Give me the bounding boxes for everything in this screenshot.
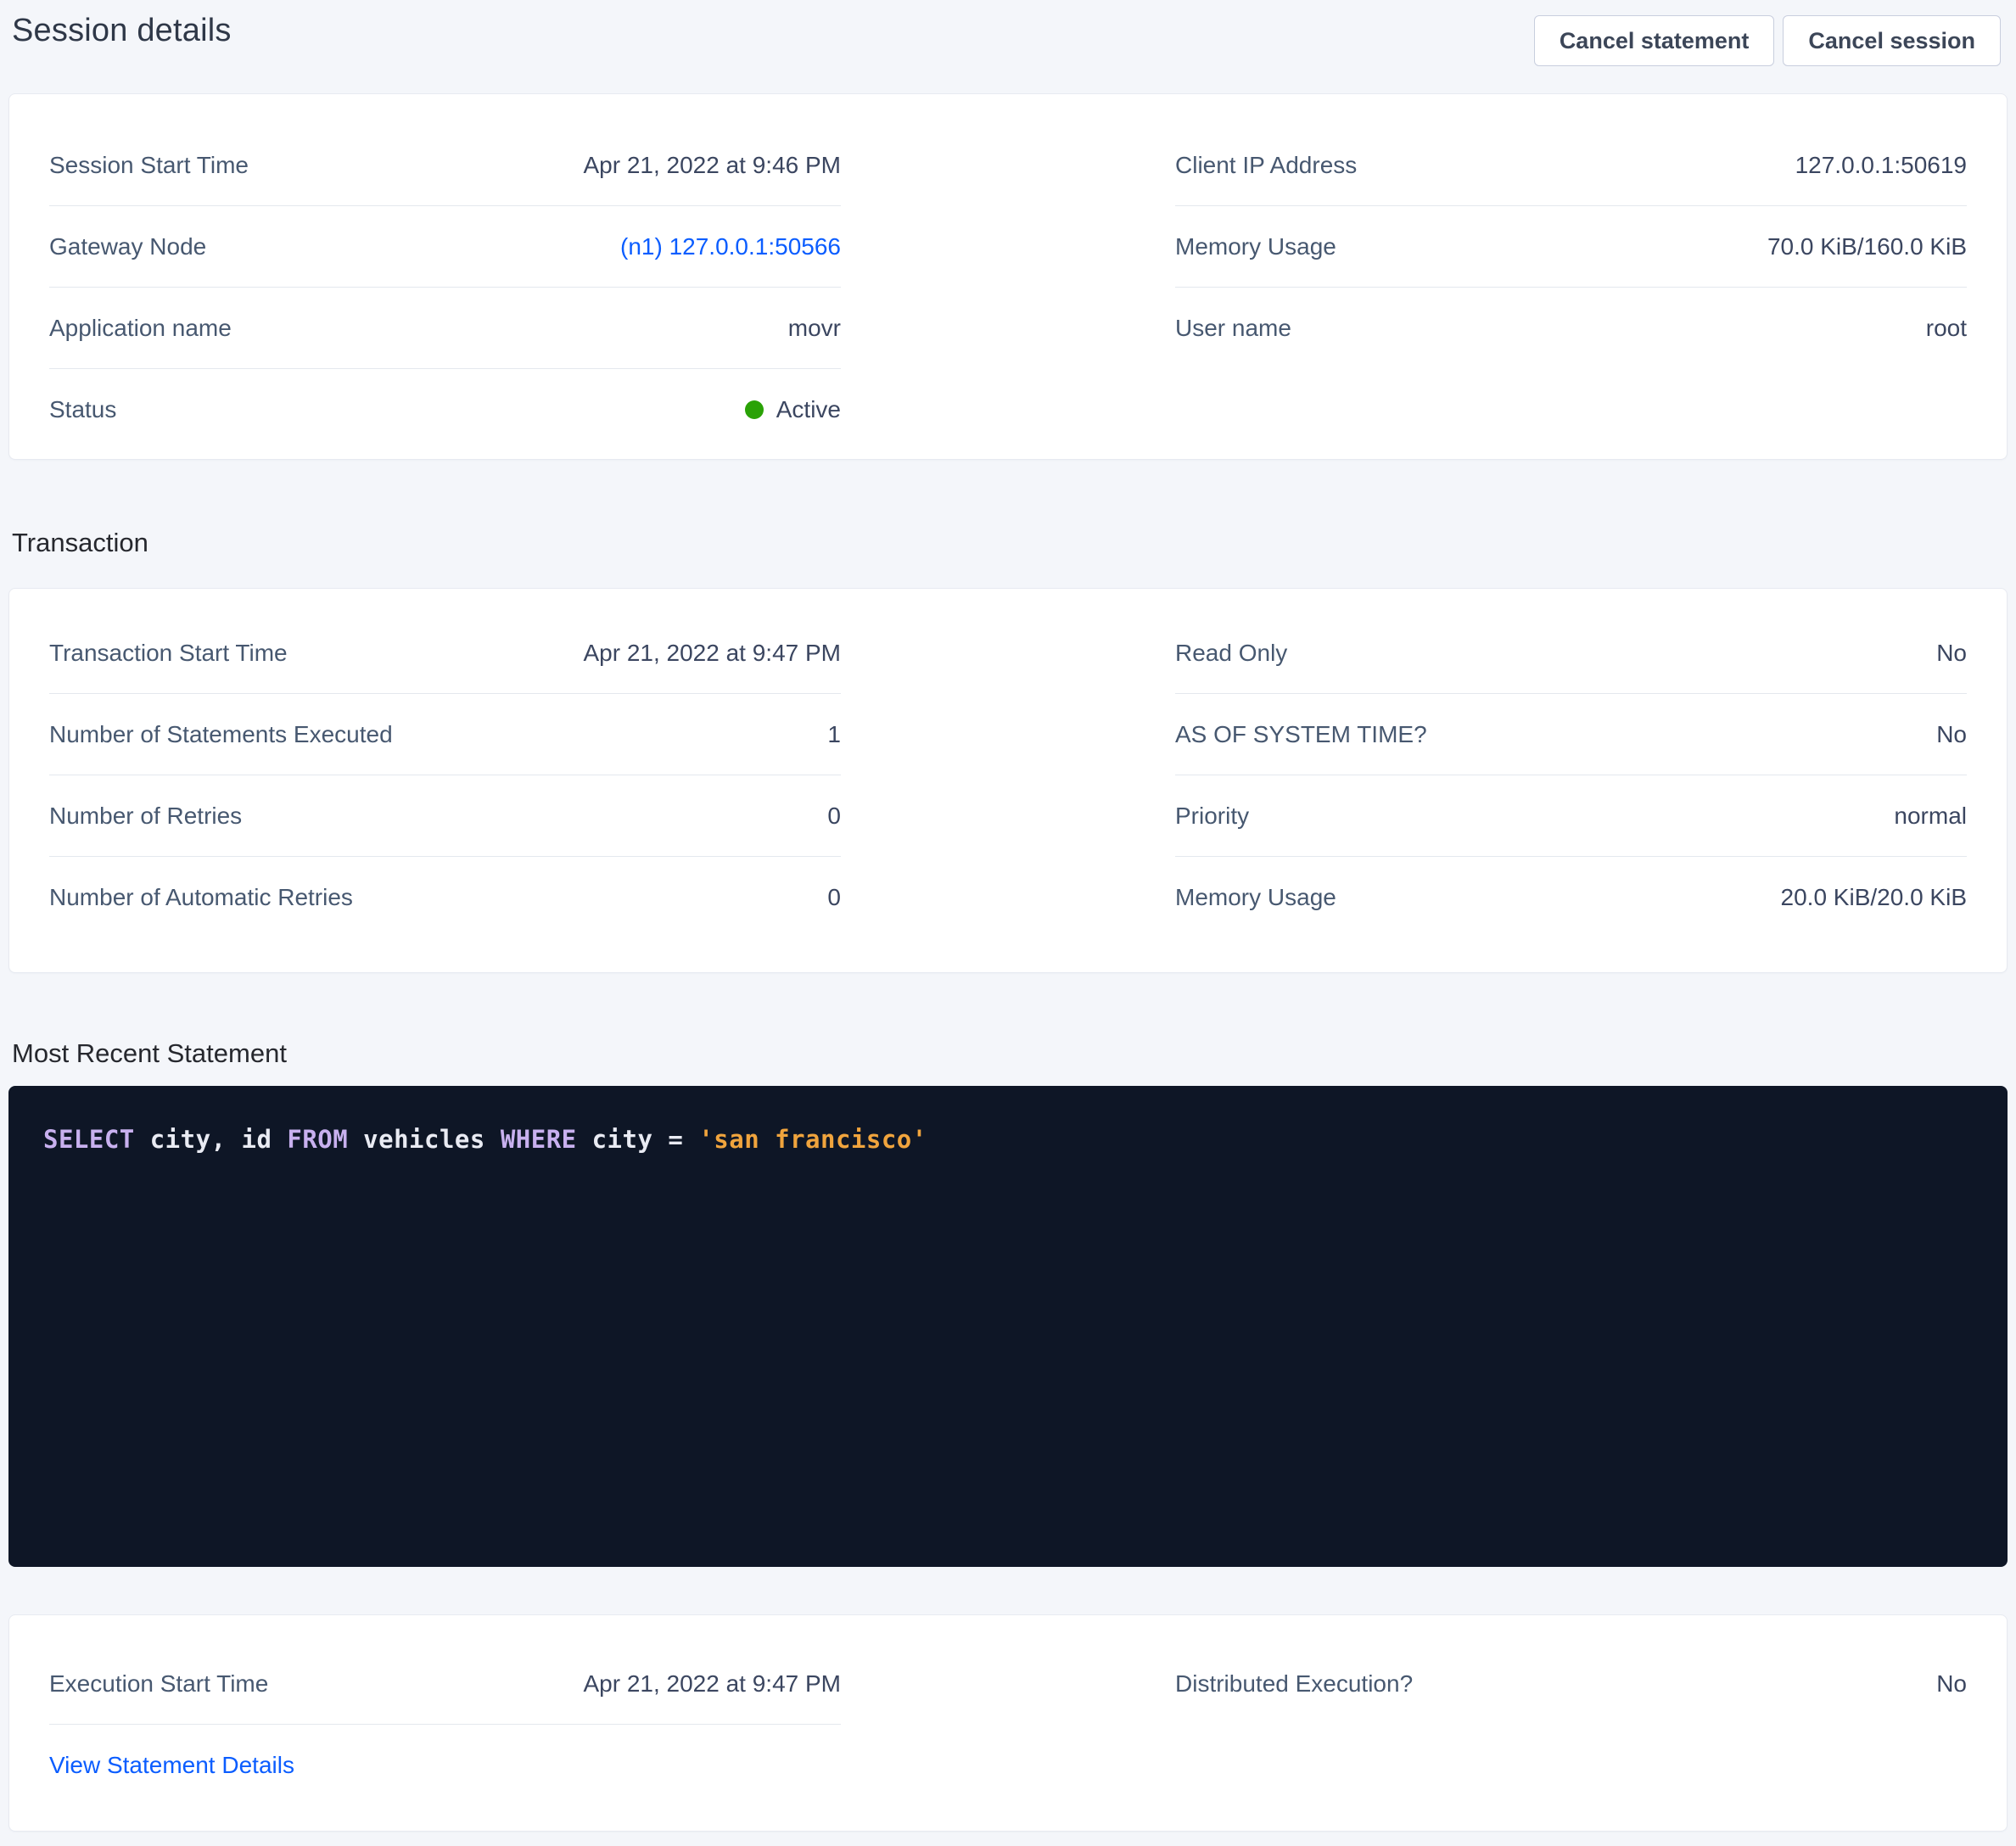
row-value: Apr 21, 2022 at 9:47 PM	[583, 1669, 841, 1699]
detail-row-memory-usage: Memory Usage 70.0 KiB/160.0 KiB	[1175, 206, 1967, 288]
row-label: Distributed Execution?	[1175, 1669, 1413, 1699]
row-label: Memory Usage	[1175, 232, 1336, 262]
detail-row-memory-usage: Memory Usage 20.0 KiB/20.0 KiB	[1175, 857, 1967, 938]
row-label: Session Start Time	[49, 150, 249, 181]
row-value: Apr 21, 2022 at 9:46 PM	[583, 150, 841, 181]
gateway-node-link[interactable]: (n1) 127.0.0.1:50566	[620, 232, 841, 262]
session-card-right-column: Client IP Address 127.0.0.1:50619 Memory U…	[1175, 125, 1967, 369]
row-label: Number of Automatic Retries	[49, 882, 353, 913]
detail-row-as-of-system-time: AS OF SYSTEM TIME? No	[1175, 694, 1967, 775]
session-summary-card: Session Start Time Apr 21, 2022 at 9:46 P…	[8, 93, 2008, 460]
detail-row-application-name: Application name movr	[49, 288, 841, 369]
sql-statement-text: SELECT city, id FROM vehicles WHERE city…	[43, 1125, 927, 1154]
row-label: Number of Statements Executed	[49, 719, 393, 750]
transaction-section-heading: Transaction	[12, 526, 2008, 560]
cancel-statement-button[interactable]: Cancel statement	[1534, 15, 1775, 66]
row-label: User name	[1175, 313, 1291, 344]
row-value: 0	[827, 801, 841, 831]
detail-row-priority: Priority normal	[1175, 775, 1967, 857]
detail-row-number-of-automatic-retries: Number of Automatic Retries 0	[49, 857, 841, 938]
row-label: Execution Start Time	[49, 1669, 268, 1699]
row-label: Application name	[49, 313, 232, 344]
sql-token-plain: city =	[577, 1125, 699, 1154]
row-value: root	[1926, 313, 1967, 344]
row-value: Apr 21, 2022 at 9:47 PM	[583, 638, 841, 668]
row-value: movr	[788, 313, 841, 344]
row-value: 127.0.0.1:50619	[1795, 150, 1967, 181]
row-value: No	[1936, 638, 1967, 668]
execution-card: Execution Start Time Apr 21, 2022 at 9:47…	[8, 1614, 2008, 1832]
detail-row-number-of-retries: Number of Retries 0	[49, 775, 841, 857]
session-card-left-column: Session Start Time Apr 21, 2022 at 9:46 P…	[49, 125, 841, 450]
row-label: Gateway Node	[49, 232, 206, 262]
sql-token-string: 'san francisco'	[698, 1125, 927, 1154]
row-value: 70.0 KiB/160.0 KiB	[1767, 232, 1967, 262]
transaction-card-right-column: Read Only No AS OF SYSTEM TIME? No Priority n…	[1175, 613, 1967, 938]
statement-section-heading: Most Recent Statement	[12, 1037, 2008, 1071]
detail-row-read-only: Read Only No	[1175, 613, 1967, 694]
row-value: 20.0 KiB/20.0 KiB	[1781, 882, 1967, 913]
detail-row-transaction-start-time: Transaction Start Time Apr 21, 2022 at 9:…	[49, 613, 841, 694]
row-value: Active	[745, 394, 841, 425]
row-label: Memory Usage	[1175, 882, 1336, 913]
row-value: 1	[827, 719, 841, 750]
row-label: Status	[49, 394, 116, 425]
sql-statement-box: SELECT city, id FROM vehicles WHERE city…	[8, 1086, 2008, 1567]
transaction-card: Transaction Start Time Apr 21, 2022 at 9:…	[8, 588, 2008, 973]
status-active-dot-icon	[745, 400, 764, 419]
status-text: Active	[776, 394, 841, 425]
detail-row-user-name: User name root	[1175, 288, 1967, 369]
sql-token-plain: vehicles	[348, 1125, 501, 1154]
row-value: No	[1936, 719, 1967, 750]
session-details-page: Session details Cancel statement Cancel …	[0, 0, 2016, 1832]
row-label: Transaction Start Time	[49, 638, 288, 668]
row-value: 0	[827, 882, 841, 913]
row-value: normal	[1894, 801, 1967, 831]
header-actions: Cancel statement Cancel session	[1526, 15, 2001, 66]
row-label: AS OF SYSTEM TIME?	[1175, 719, 1427, 750]
sql-token-plain: city, id	[135, 1125, 288, 1154]
row-value: No	[1936, 1669, 1967, 1699]
cancel-session-button[interactable]: Cancel session	[1783, 15, 2001, 66]
row-label: Client IP Address	[1175, 150, 1357, 181]
detail-row-session-start-time: Session Start Time Apr 21, 2022 at 9:46 P…	[49, 125, 841, 206]
view-statement-details-link[interactable]: View Statement Details	[49, 1750, 294, 1781]
detail-row-distributed-execution: Distributed Execution? No	[1175, 1643, 1967, 1725]
row-label: Priority	[1175, 801, 1249, 831]
page-header: Session details Cancel statement Cancel …	[8, 0, 2008, 93]
detail-row-client-ip-address: Client IP Address 127.0.0.1:50619	[1175, 125, 1967, 206]
sql-token-keyword: SELECT	[43, 1125, 135, 1154]
sql-token-keyword: WHERE	[501, 1125, 577, 1154]
sql-token-keyword: FROM	[287, 1125, 348, 1154]
detail-row-execution-start-time: Execution Start Time Apr 21, 2022 at 9:47…	[49, 1643, 841, 1725]
detail-row-status: Status Active	[49, 369, 841, 450]
transaction-card-left-column: Transaction Start Time Apr 21, 2022 at 9:…	[49, 613, 841, 938]
detail-row-number-of-statements-executed: Number of Statements Executed 1	[49, 694, 841, 775]
execution-card-left-column: Execution Start Time Apr 21, 2022 at 9:47…	[49, 1643, 841, 1806]
row-label: Number of Retries	[49, 801, 242, 831]
page-title: Session details	[12, 10, 232, 51]
link-row: View Statement Details	[49, 1725, 841, 1806]
execution-card-right-column: Distributed Execution? No	[1175, 1643, 1967, 1725]
detail-row-gateway-node: Gateway Node (n1) 127.0.0.1:50566	[49, 206, 841, 288]
row-label: Read Only	[1175, 638, 1287, 668]
